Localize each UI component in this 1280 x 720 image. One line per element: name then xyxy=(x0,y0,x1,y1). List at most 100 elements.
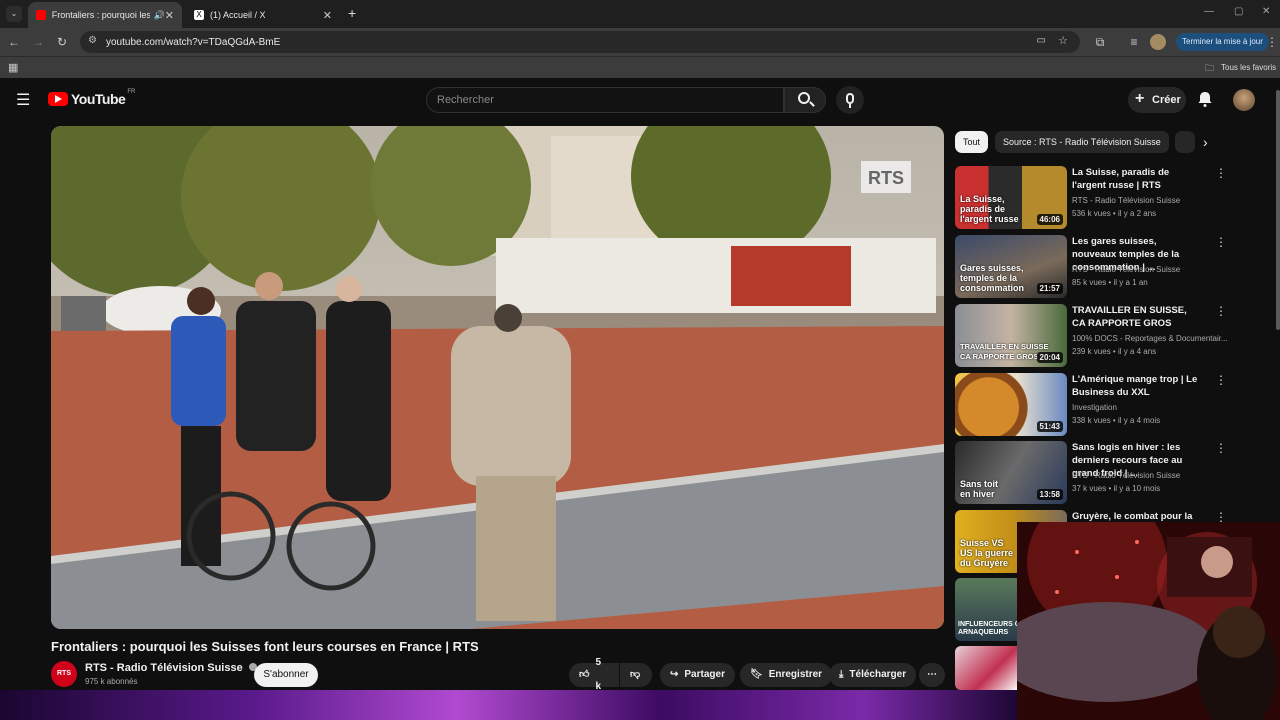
kebab-menu-icon[interactable]: ⋮ xyxy=(1215,166,1227,180)
reload-icon[interactable]: ↻ xyxy=(54,34,70,50)
duration-badge: 51:43 xyxy=(1036,421,1063,432)
extensions-icon[interactable]: ⧉ xyxy=(1092,34,1108,50)
share-arrow-icon: ↪ xyxy=(670,669,679,680)
update-button[interactable]: Terminer la mise à jour xyxy=(1176,33,1269,51)
recommendation-item[interactable]: 51:43 L'Amérique mange trop | Le Busines… xyxy=(955,373,1227,437)
browser-tab-youtube[interactable]: Frontaliers : pourquoi les Su 🔊 ✕ xyxy=(28,2,182,28)
voice-search-button[interactable] xyxy=(836,86,864,114)
search-button[interactable] xyxy=(784,87,826,113)
microphone-icon xyxy=(846,93,854,104)
youtube-favicon-icon xyxy=(36,10,46,20)
share-button[interactable]: ↪ Partager xyxy=(660,663,735,687)
url-text: youtube.com/watch?v=TDaQGdA-BmE xyxy=(106,36,281,48)
new-tab-icon[interactable]: + xyxy=(348,5,356,21)
thumbnail-text: Gares suisses, temples de la consommatio… xyxy=(960,263,1025,293)
webcam-feed xyxy=(1017,522,1280,720)
bookmarks-bar: ▦ 🗀 Tous les favoris xyxy=(0,56,1280,78)
recommendation-channel: RTS - Radio Télévision Suisse xyxy=(1072,196,1181,205)
bookmark-star-icon[interactable]: ☆ xyxy=(1058,34,1068,47)
video-thumbnail[interactable]: INFLUENCEURS OU ARNAQUEURS xyxy=(955,578,1017,641)
site-info-icon[interactable]: ⚙ xyxy=(88,35,97,46)
close-tab-icon[interactable]: ✕ xyxy=(165,9,174,22)
channel-avatar[interactable]: RTS xyxy=(51,661,77,687)
video-thumbnail[interactable]: TRAVAILLER EN SUISSE CA RAPPORTE GROS 20… xyxy=(955,304,1067,367)
more-actions-button[interactable]: ⋯ xyxy=(919,663,945,687)
back-icon[interactable]: ← xyxy=(6,34,22,50)
video-title: Frontaliers : pourquoi les Suisses font … xyxy=(51,639,479,654)
bookmark-icon: 🔖︎ xyxy=(750,669,763,680)
video-thumbnail[interactable] xyxy=(955,646,1017,690)
recommendation-item[interactable]: Gares suisses, temples de la consommatio… xyxy=(955,235,1227,299)
search-input[interactable]: Rechercher xyxy=(426,87,784,113)
like-button[interactable]: 👍︎ 5 k xyxy=(569,657,619,692)
maximize-icon[interactable]: ▢ xyxy=(1234,6,1243,17)
hamburger-menu-icon[interactable]: ☰ xyxy=(16,90,30,110)
recommendation-stats: 338 k vues • il y a 4 mois xyxy=(1072,416,1161,425)
audio-icon[interactable]: 🔊 xyxy=(154,10,165,21)
notifications-bell-icon[interactable] xyxy=(1196,90,1214,108)
video-frame: RTS xyxy=(51,126,944,629)
thumbnail-text: Suisse VS US la guerre du Gruyère xyxy=(960,538,1014,568)
address-bar[interactable]: ⚙ youtube.com/watch?v=TDaQGdA-BmE ▭ ☆ xyxy=(80,31,1080,53)
channel-name-link[interactable]: RTS - Radio Télévision Suisse xyxy=(85,662,257,674)
x-favicon-icon: X xyxy=(194,10,204,20)
kebab-menu-icon[interactable]: ⋮ xyxy=(1215,373,1227,387)
browser-tab-x[interactable]: X (1) Accueil / X ✕ xyxy=(186,2,340,28)
logo-text: YouTube xyxy=(71,91,126,107)
recommendation-stats: 536 k vues • il y a 2 ans xyxy=(1072,209,1157,218)
kebab-menu-icon[interactable]: ⋮ xyxy=(1215,235,1227,249)
apps-icon[interactable]: ▦ xyxy=(8,61,18,74)
subscribe-button[interactable]: S'abonner xyxy=(254,663,318,687)
browser-tab-strip: ⌄ Frontaliers : pourquoi les Su 🔊 ✕ X (1… xyxy=(0,0,1280,28)
recommendation-title: TRAVAILLER EN SUISSE, CA RAPPORTE GROS xyxy=(1072,305,1187,329)
dislike-button[interactable]: 👎︎ xyxy=(620,663,652,687)
page-scrollbar[interactable] xyxy=(1276,90,1280,330)
duration-badge: 20:04 xyxy=(1036,352,1063,363)
more-horizontal-icon: ⋯ xyxy=(927,669,937,680)
cast-icon[interactable]: ▭ xyxy=(1037,35,1046,46)
chip-partial[interactable] xyxy=(1175,131,1195,153)
download-icon: ⤓ xyxy=(839,669,844,680)
recommendation-item[interactable]: TRAVAILLER EN SUISSE CA RAPPORTE GROS 20… xyxy=(955,304,1228,368)
close-window-icon[interactable]: ✕ xyxy=(1262,6,1270,17)
video-thumbnail[interactable]: Sans toit en hiver 13:58 xyxy=(955,441,1067,504)
video-thumbnail[interactable]: La Suisse, paradis de l'argent russe 46:… xyxy=(955,166,1067,229)
all-bookmarks-link[interactable]: Tous les favoris xyxy=(1221,63,1276,72)
thumbnail-text: INFLUENCEURS OU ARNAQUEURS xyxy=(958,621,1017,636)
recommendation-item[interactable]: La Suisse, paradis de l'argent russe 46:… xyxy=(955,166,1227,230)
thumbnail-text: La Suisse, paradis de l'argent russe xyxy=(960,194,1019,224)
reading-list-icon[interactable]: ≡ xyxy=(1126,34,1142,50)
subscriber-count: 975 k abonnés xyxy=(85,677,138,686)
recommendation-channel: RTS - Radio Télévision Suisse xyxy=(1072,471,1181,480)
tab-label: Frontaliers : pourquoi les Su xyxy=(51,10,150,20)
recommendation-channel: Investigation xyxy=(1072,403,1117,412)
video-thumbnail[interactable]: 51:43 xyxy=(955,373,1067,436)
webcam-overlay xyxy=(1017,522,1280,720)
create-button[interactable]: + Créer xyxy=(1128,87,1186,113)
chip-source-rts[interactable]: Source : RTS - Radio Télévision Suisse xyxy=(995,131,1169,153)
download-button[interactable]: ⤓ Télécharger xyxy=(829,663,917,687)
kebab-menu-icon[interactable]: ⋮ xyxy=(1215,304,1227,318)
recommendation-item[interactable]: Sans toit en hiver 13:58 Sans logis en h… xyxy=(955,441,1227,505)
minimize-icon[interactable]: — xyxy=(1204,6,1214,17)
chip-all[interactable]: Tout xyxy=(955,131,989,153)
recommendation-title: La Suisse, paradis de l'argent russe | R… xyxy=(1072,167,1170,191)
duration-badge: 21:57 xyxy=(1036,283,1063,294)
video-player[interactable]: RTS xyxy=(51,126,944,629)
share-label: Partager xyxy=(684,669,725,680)
chevron-right-icon[interactable]: › xyxy=(1203,134,1208,150)
save-button[interactable]: 🔖︎ Enregistrer xyxy=(740,663,833,687)
forward-icon[interactable]: → xyxy=(30,34,46,50)
tab-label: (1) Accueil / X xyxy=(210,10,266,20)
video-thumbnail[interactable]: Gares suisses, temples de la consommatio… xyxy=(955,235,1067,298)
recommendation-channel: RTS - Radio Télévision Suisse xyxy=(1072,265,1181,274)
tab-search-button[interactable]: ⌄ xyxy=(6,6,22,22)
account-avatar[interactable] xyxy=(1233,89,1255,111)
stream-overlay-band xyxy=(0,690,1017,720)
kebab-menu-icon[interactable]: ⋮ xyxy=(1215,441,1227,455)
profile-avatar[interactable] xyxy=(1150,34,1166,50)
create-label: Créer xyxy=(1152,94,1181,106)
download-label: Télécharger xyxy=(849,669,907,680)
close-tab-icon[interactable]: ✕ xyxy=(323,9,332,22)
youtube-logo[interactable]: YouTube FR xyxy=(48,89,135,107)
